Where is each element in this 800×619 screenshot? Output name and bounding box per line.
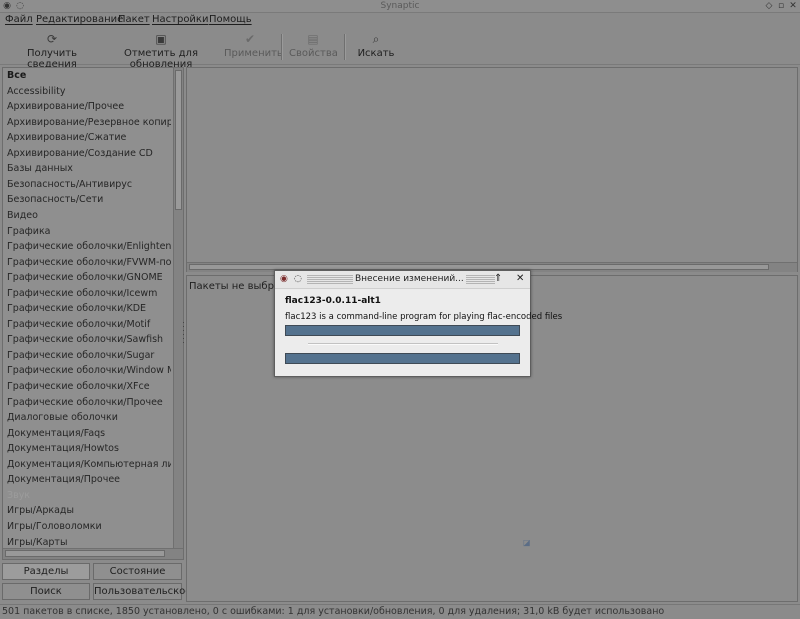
category-item[interactable]: Звук [7, 490, 171, 501]
close-icon[interactable]: ✕ [516, 273, 524, 284]
category-item[interactable]: Accessibility [7, 86, 171, 97]
category-item[interactable]: Графические оболочки/FVWM-подобные [7, 257, 171, 268]
category-item[interactable]: Архивирование/Прочее [7, 101, 171, 112]
package-name: flac123-0.0.11-alt1 [285, 296, 381, 306]
category-item[interactable]: Графические оболочки/XFce [7, 381, 171, 392]
category-item[interactable]: Графические оболочки/GNOME [7, 272, 171, 283]
mark-upgrades-button[interactable]: ▣ Отметить для обновления [100, 29, 222, 71]
toolbar-separator [344, 34, 346, 60]
category-item[interactable]: Документация/Компьютерная литература [7, 459, 171, 470]
package-list[interactable] [186, 67, 798, 272]
category-item[interactable]: Документация/Прочее [7, 474, 171, 485]
close-icon[interactable]: ✕ [788, 1, 798, 11]
search-results-button[interactable]: Поиск [2, 583, 90, 600]
scrollbar-thumb[interactable] [5, 550, 165, 557]
category-item[interactable]: Графические оболочки/Motif [7, 319, 171, 330]
category-list[interactable]: Все Accessibility Архивирование/Прочее Архи… [2, 67, 184, 560]
category-item[interactable]: Базы данных [7, 163, 171, 174]
menubar: Файл Редактирование Пакет Настройки Помо… [0, 13, 800, 28]
dialog-titlebar: ◉ ◌ Внесение изменений... ⇑ ✕ [275, 271, 530, 289]
reload-icon: ⟳ [46, 32, 58, 46]
status-text: 501 пакетов в списке, 1850 установлено, … [2, 606, 665, 617]
category-item[interactable]: Видео [7, 210, 171, 221]
dialog-separator [308, 343, 498, 345]
total-progress-bar [285, 353, 520, 364]
menu-settings[interactable]: Настройки [152, 14, 208, 25]
category-item[interactable]: Игры/Головоломки [7, 521, 171, 532]
category-item[interactable]: Игры/Аркады [7, 505, 171, 516]
properties-label: Свойства [289, 48, 338, 59]
apply-check-icon: ✔ [244, 32, 256, 46]
properties-button[interactable]: ▤ Свойства [289, 29, 338, 64]
custom-filters-button[interactable]: Пользовательское [93, 583, 191, 600]
dialog-title: Внесение изменений... [353, 274, 466, 284]
search-icon: ⌕ [372, 32, 380, 46]
category-item[interactable]: Документация/Howtos [7, 443, 171, 454]
category-item[interactable]: Архивирование/Резервное копирование [7, 117, 171, 128]
category-item[interactable]: Безопасность/Антивирус [7, 179, 171, 190]
grip-dots-icon [183, 322, 184, 343]
progress-fill [286, 354, 519, 363]
package-progress-bar [285, 325, 520, 336]
apply-button[interactable]: ✔ Применить [224, 29, 283, 64]
toolbar: ⟳ Получить сведения ▣ Отметить для обнов… [0, 29, 800, 71]
category-item[interactable]: Графические оболочки/KDE [7, 303, 171, 314]
search-button[interactable]: ⌕ Искать [356, 29, 396, 64]
category-item[interactable]: Все [7, 70, 171, 81]
statusbar: 501 пакетов в списке, 1850 установлено, … [0, 604, 800, 619]
category-horizontal-scrollbar[interactable] [3, 548, 183, 559]
menu-package[interactable]: Пакет [118, 14, 150, 25]
category-item[interactable]: Графика [7, 226, 171, 237]
progress-fill [286, 326, 519, 335]
sections-button[interactable]: Разделы [2, 563, 90, 580]
shade-icon[interactable]: ⇑ [494, 273, 502, 284]
category-item[interactable]: Документация/Faqs [7, 428, 171, 439]
package-description: flac123 is a command-line program for pl… [285, 312, 563, 322]
synaptic-app-icon[interactable]: ◉ [280, 274, 288, 284]
category-item[interactable]: Графические оболочки/Прочее [7, 397, 171, 408]
shade-icon[interactable]: ◇ [764, 1, 774, 11]
menu-edit[interactable]: Редактирование [36, 14, 123, 25]
apply-label: Применить [224, 48, 283, 59]
busy-cursor-icon: ◪ [523, 538, 531, 547]
category-item[interactable]: Архивирование/Сжатие [7, 132, 171, 143]
window-menu-icon[interactable]: ◌ [294, 274, 302, 284]
category-vertical-scrollbar[interactable] [173, 68, 183, 548]
status-button[interactable]: Состояние [93, 563, 182, 580]
toolbar-separator [281, 34, 283, 60]
search-label: Искать [357, 48, 395, 59]
scrollbar-thumb[interactable] [175, 70, 182, 210]
category-item[interactable]: Архивирование/Создание CD [7, 148, 171, 159]
window-titlebar: ◉ ◌ Synaptic ◇ ▫ ✕ [0, 0, 800, 13]
category-item[interactable]: Графические оболочки/Window Maker [7, 365, 171, 376]
properties-icon: ▤ [307, 32, 319, 46]
pane-resize-grip[interactable] [182, 320, 185, 350]
maximize-icon[interactable]: ▫ [776, 1, 786, 11]
category-item[interactable]: Графические оболочки/Enlightenment [7, 241, 171, 252]
menu-file[interactable]: Файл [5, 14, 33, 25]
menu-help[interactable]: Помощь [209, 14, 252, 25]
category-item[interactable]: Графические оболочки/Icewm [7, 288, 171, 299]
reload-button[interactable]: ⟳ Получить сведения [6, 29, 98, 71]
category-item[interactable]: Графические оболочки/Sawfish [7, 334, 171, 345]
category-item[interactable]: Безопасность/Сети [7, 194, 171, 205]
apply-changes-dialog: ◉ ◌ Внесение изменений... ⇑ ✕ flac123-0.… [274, 270, 562, 377]
category-item[interactable]: Диалоговые оболочки [7, 412, 171, 423]
category-item[interactable]: Графические оболочки/Sugar [7, 350, 171, 361]
category-item[interactable]: Игры/Карты [7, 537, 171, 548]
window-title: Synaptic [380, 1, 420, 11]
upgrade-icon: ▣ [155, 32, 167, 46]
